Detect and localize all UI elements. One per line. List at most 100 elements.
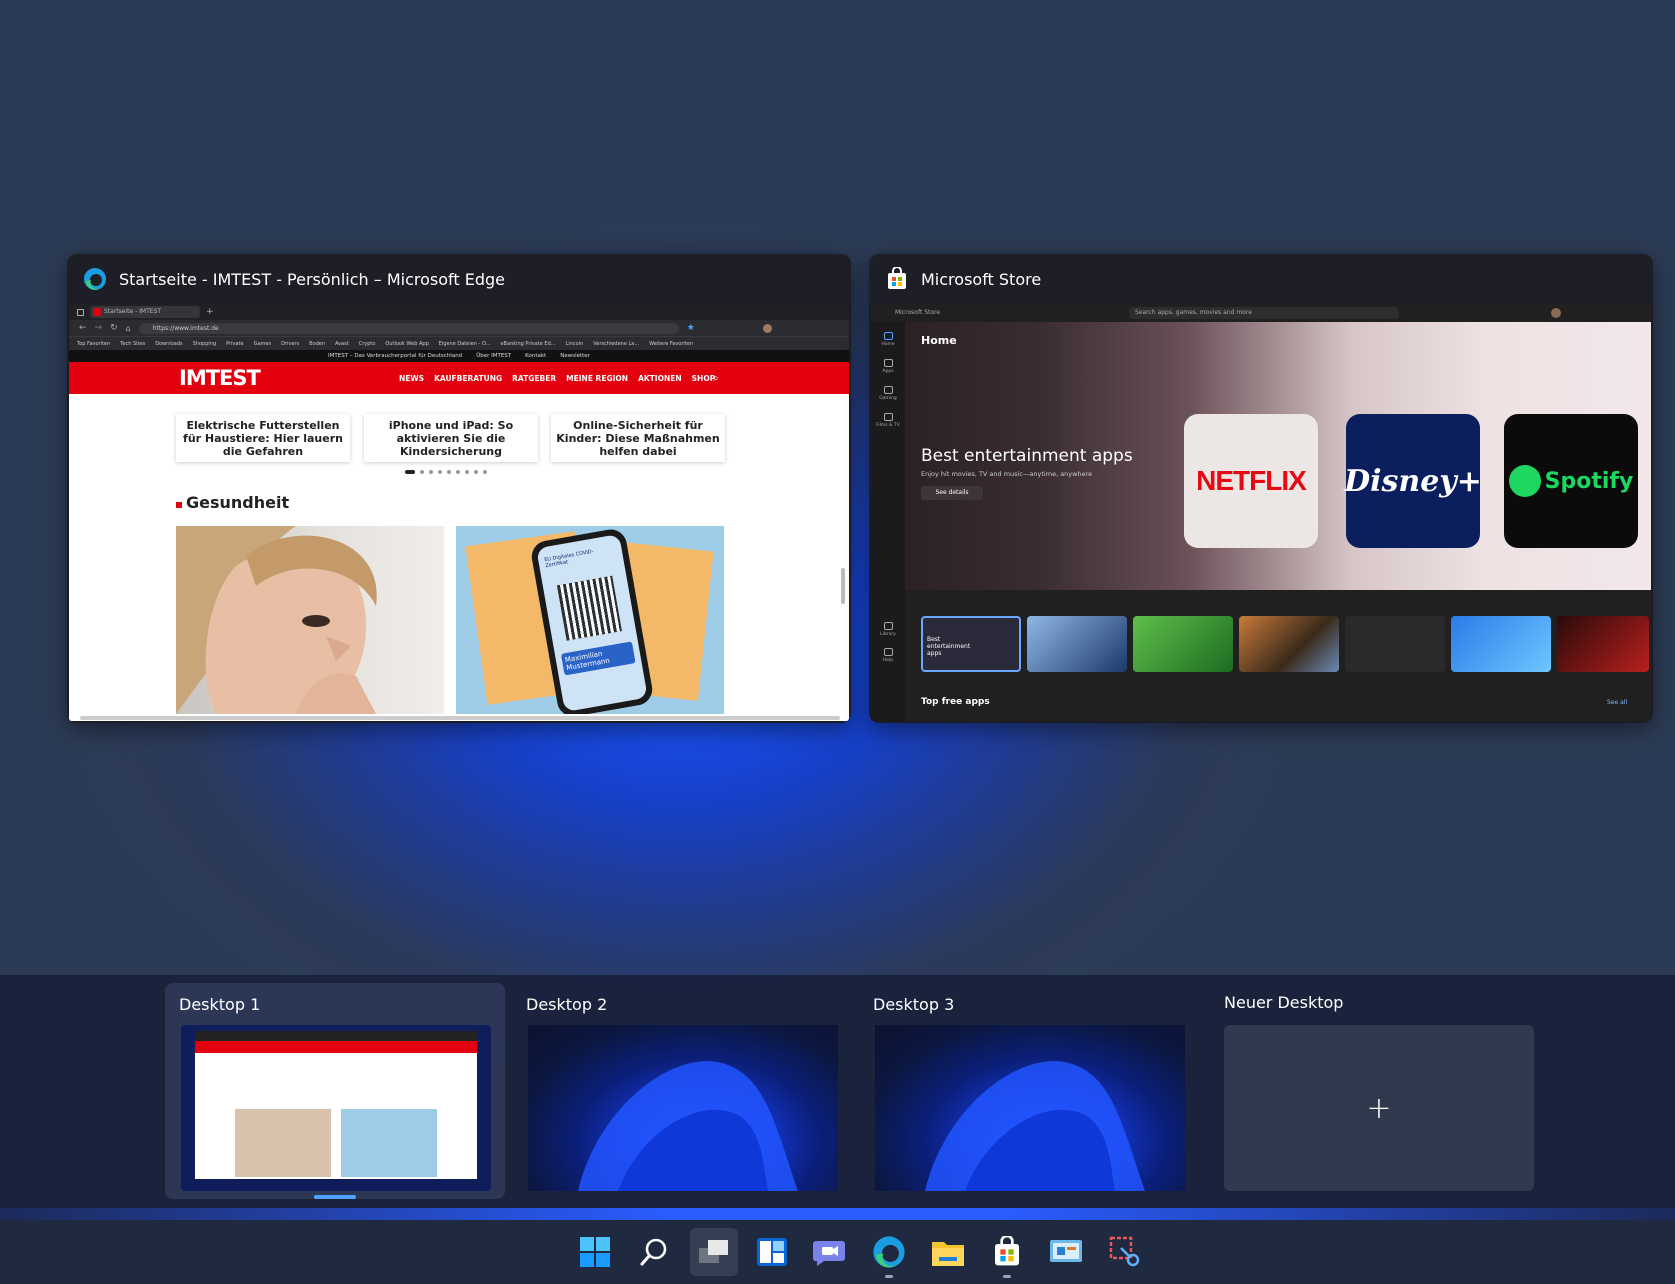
store-taskbar-button[interactable] xyxy=(987,1232,1027,1272)
edge-running-indicator xyxy=(885,1275,893,1278)
edge-tab[interactable]: Startseite - IMTEST xyxy=(90,306,200,318)
favorite-item[interactable]: Outlook Web App xyxy=(385,341,428,347)
edge-hscrollbar[interactable] xyxy=(80,716,840,720)
article-card-1[interactable]: Elektrische Futterstellen für Haustiere:… xyxy=(176,414,350,462)
hero-title: Best entertainment apps xyxy=(921,446,1133,466)
store-sidebar-item[interactable]: Help xyxy=(871,648,905,663)
carousel-dot[interactable] xyxy=(420,470,424,474)
thumb-windows[interactable] xyxy=(1451,616,1551,672)
favorite-item[interactable]: Drivers xyxy=(281,341,299,347)
woman-face-illustration xyxy=(176,526,377,714)
site-topbar-link[interactable]: Newsletter xyxy=(560,353,590,359)
hero-subtitle: Enjoy hit movies, TV and music—anytime, … xyxy=(921,470,1093,478)
thumb-entertainment-label: Best entertainment apps xyxy=(927,636,971,657)
netflix-logo: NETFLIX xyxy=(1196,465,1307,496)
task-view-button[interactable] xyxy=(690,1228,738,1276)
article-card-2[interactable]: iPhone und iPad: So aktivieren Sie die K… xyxy=(364,414,538,462)
snipping-tool-button[interactable] xyxy=(1105,1232,1145,1272)
favorite-item[interactable]: Lincoln xyxy=(566,341,584,347)
site-nav-item[interactable]: KAUFBERATUNG xyxy=(434,374,502,383)
favorite-item[interactable]: eBanking Private Ed... xyxy=(500,341,555,347)
carousel-dot[interactable] xyxy=(405,470,415,474)
favorite-item[interactable]: Boden xyxy=(309,341,325,347)
spotify-icon xyxy=(1508,465,1541,497)
site-nav-item[interactable]: AKTIONEN xyxy=(638,374,682,383)
store-sidebar-item[interactable]: Films & TV xyxy=(871,413,905,428)
site-nav-item[interactable]: RATGEBER xyxy=(512,374,556,383)
favorite-item[interactable]: Games xyxy=(254,341,272,347)
site-nav-item[interactable]: MEINE REGION xyxy=(566,374,628,383)
chat-button[interactable] xyxy=(810,1232,850,1272)
new-tab-icon: + xyxy=(206,307,214,317)
site-topbar-link[interactable]: Kontakt xyxy=(525,353,546,359)
see-all-link[interactable]: See all xyxy=(1607,699,1627,706)
store-sidebar: Home Apps Gaming Films & TV Library Help xyxy=(871,322,905,721)
carousel-dots[interactable] xyxy=(405,470,487,474)
search-icon xyxy=(640,1238,667,1266)
netflix-tile[interactable]: NETFLIX xyxy=(1184,414,1318,548)
widgets-button[interactable] xyxy=(752,1232,792,1272)
favorite-item[interactable]: Eigene Dateien - O... xyxy=(439,341,491,347)
spotify-tile[interactable]: Spotify xyxy=(1504,414,1638,548)
file-explorer-icon xyxy=(932,1242,964,1266)
favorite-item[interactable]: Verschiedene La... xyxy=(593,341,639,347)
edge-scrollbar[interactable] xyxy=(841,568,845,604)
edge-icon xyxy=(873,1236,905,1268)
start-icon xyxy=(580,1237,610,1267)
carousel-dot[interactable] xyxy=(456,470,460,474)
desktop-3-wallpaper xyxy=(875,1025,1185,1191)
new-desktop-button[interactable]: + xyxy=(1224,1025,1534,1191)
tab-actions-icon xyxy=(77,308,84,316)
site-topbar-link[interactable]: IMTEST – Das Verbraucherportal für Deuts… xyxy=(328,353,462,359)
favorite-item[interactable]: Avast xyxy=(335,341,349,347)
disney-tile[interactable]: Disney+ xyxy=(1344,414,1482,548)
carousel-dot[interactable] xyxy=(429,470,433,474)
url-field[interactable]: https://www.imtest.de xyxy=(138,322,679,334)
store-search-input[interactable]: Search apps, games, movies and more xyxy=(1129,307,1399,319)
store-window-titlebar[interactable]: Microsoft Store xyxy=(869,254,1653,304)
site-nav-item[interactable]: SHOP xyxy=(692,374,716,383)
carousel-dot[interactable] xyxy=(465,470,469,474)
favorite-item[interactable]: Shopping xyxy=(193,341,216,347)
thumb-game-1[interactable] xyxy=(1027,616,1127,672)
favorite-item[interactable]: Downloads xyxy=(155,341,182,347)
favorite-item[interactable]: Private xyxy=(226,341,243,347)
thumb-entertainment[interactable]: Best entertainment apps xyxy=(921,616,1021,672)
favorite-item[interactable]: Crypto xyxy=(359,341,376,347)
thumb-minecraft[interactable] xyxy=(1133,616,1233,672)
see-details-button[interactable]: See details xyxy=(921,486,983,500)
favorite-item[interactable]: Weitere Favoriten xyxy=(649,341,693,347)
edge-window-titlebar[interactable]: Startseite - IMTEST - Persönlich – Micro… xyxy=(67,254,851,304)
thumb-game-2[interactable] xyxy=(1239,616,1339,672)
carousel-dot[interactable] xyxy=(447,470,451,474)
desktop-1-edge-mini xyxy=(195,1031,477,1179)
control-panel-button[interactable] xyxy=(1046,1232,1086,1272)
new-desktop-tile[interactable]: Neuer Desktop + xyxy=(1208,983,1548,1199)
article-image-covid-cert[interactable]: Maximilian Mustermann EU Digitales COVID… xyxy=(456,526,724,714)
desktop-2-wallpaper xyxy=(528,1025,838,1191)
favorite-item[interactable]: Top Favoriten xyxy=(77,341,110,347)
store-sidebar-item[interactable]: Gaming xyxy=(871,386,905,401)
carousel-dot[interactable] xyxy=(438,470,442,474)
store-sidebar-item[interactable]: Apps xyxy=(871,359,905,374)
store-sidebar-item[interactable]: Home xyxy=(871,332,905,347)
article-card-3[interactable]: Online-Sicherheit für Kinder: Diese Maßn… xyxy=(551,414,725,462)
search-button[interactable] xyxy=(634,1232,674,1272)
desktop-2-tile[interactable]: Desktop 2 xyxy=(512,983,852,1199)
task-view-icon xyxy=(699,1240,728,1263)
desktop-3-tile[interactable]: Desktop 3 xyxy=(859,983,1199,1199)
edge-taskbar-button[interactable] xyxy=(869,1232,909,1272)
site-nav-item[interactable]: NEWS xyxy=(399,374,424,383)
favorite-item[interactable]: Tech Sites xyxy=(120,341,145,347)
store-sidebar-item[interactable]: Library xyxy=(871,622,905,637)
section-marker xyxy=(176,502,182,508)
thumb-game-3[interactable] xyxy=(1557,616,1649,672)
carousel-dot[interactable] xyxy=(474,470,478,474)
desktop-1-tile[interactable]: Desktop 1 xyxy=(165,983,505,1199)
file-explorer-button[interactable] xyxy=(928,1232,968,1272)
article-image-woman[interactable] xyxy=(176,526,444,714)
carousel-dot[interactable] xyxy=(483,470,487,474)
start-button[interactable] xyxy=(575,1232,615,1272)
site-topbar-link[interactable]: Über IMTEST xyxy=(476,353,511,359)
thumb-apps[interactable] xyxy=(1345,616,1445,672)
